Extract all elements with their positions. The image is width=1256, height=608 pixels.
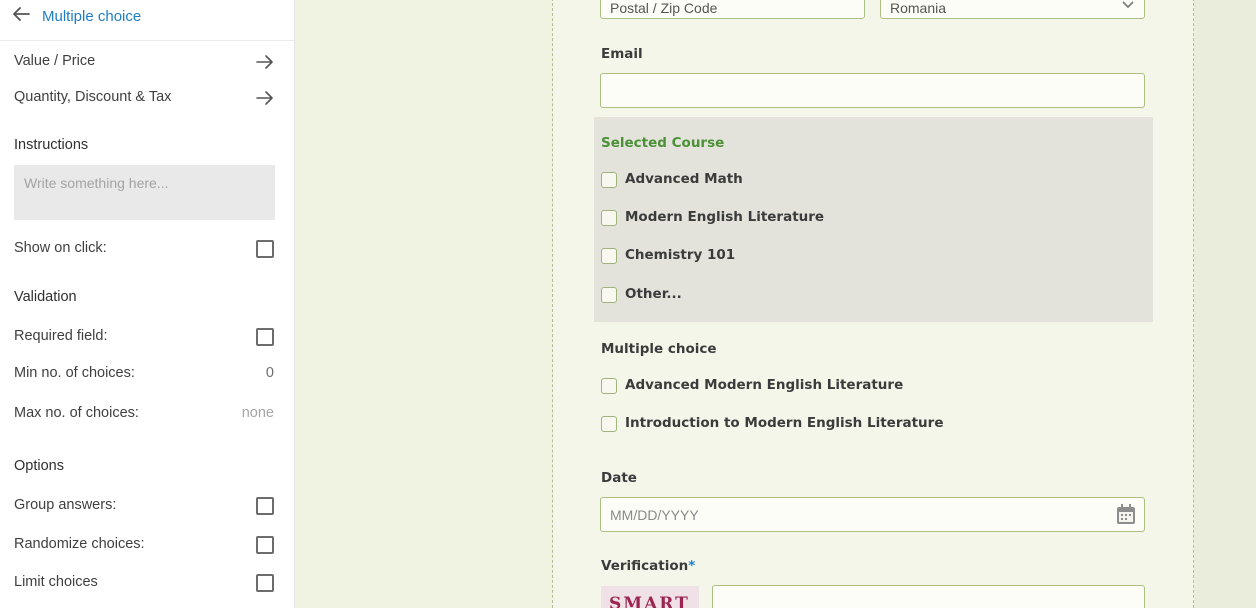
randomize-choices-checkbox[interactable] bbox=[256, 536, 274, 554]
required-field-checkbox[interactable] bbox=[256, 328, 274, 346]
value-price-label: Value / Price bbox=[14, 53, 96, 69]
verification-input[interactable] bbox=[712, 585, 1145, 608]
sidebar-header: Multiple choice bbox=[0, 0, 294, 41]
captcha-image: SMART bbox=[601, 586, 699, 608]
max-choices-value[interactable]: none bbox=[242, 405, 274, 421]
course-option-checkbox[interactable] bbox=[601, 172, 617, 188]
verification-label-text: Verification bbox=[601, 558, 689, 574]
country-select[interactable]: Romania bbox=[880, 0, 1145, 19]
course-option-label: Advanced Math bbox=[625, 171, 743, 187]
country-value: Romania bbox=[890, 0, 947, 16]
calendar-icon[interactable] bbox=[1116, 504, 1136, 525]
course-option-checkbox[interactable] bbox=[601, 287, 617, 303]
multiple-choice-checkbox[interactable] bbox=[601, 378, 617, 394]
captcha-text: SMART bbox=[609, 594, 690, 608]
quantity-discount-tax-label: Quantity, Discount & Tax bbox=[14, 89, 172, 105]
limit-choices-row: Limit choices bbox=[0, 567, 295, 597]
postal-code-input[interactable]: Postal / Zip Code bbox=[600, 0, 865, 19]
options-heading: Options bbox=[14, 458, 64, 474]
min-choices-label: Min no. of choices: bbox=[14, 365, 135, 381]
chevron-down-icon bbox=[1122, 1, 1134, 9]
max-choices-row[interactable]: Max no. of choices: none bbox=[0, 398, 295, 428]
arrow-right-icon bbox=[256, 91, 273, 105]
date-placeholder: MM/DD/YYYY bbox=[610, 507, 699, 523]
course-option-label: Modern English Literature bbox=[625, 209, 825, 225]
multiple-choice-label: Introduction to Modern English Literatur… bbox=[625, 415, 944, 431]
email-input[interactable] bbox=[600, 73, 1145, 108]
validation-heading: Validation bbox=[14, 289, 77, 305]
email-label: Email bbox=[601, 46, 643, 62]
date-label: Date bbox=[601, 470, 637, 486]
limit-choices-checkbox[interactable] bbox=[256, 574, 274, 592]
verification-label: Verification* bbox=[601, 558, 695, 574]
multiple-choice-checkbox[interactable] bbox=[601, 416, 617, 432]
multiple-choice-title: Multiple choice bbox=[601, 341, 717, 357]
course-option-checkbox[interactable] bbox=[601, 210, 617, 226]
selected-course-title: Selected Course bbox=[601, 135, 725, 151]
instructions-heading: Instructions bbox=[14, 137, 89, 153]
settings-sidebar: Multiple choice Value / Price Quantity, … bbox=[0, 0, 295, 608]
group-answers-label: Group answers: bbox=[14, 497, 117, 513]
course-option-label: Chemistry 101 bbox=[625, 247, 736, 263]
show-on-click-label: Show on click: bbox=[14, 240, 107, 256]
randomize-choices-row: Randomize choices: bbox=[0, 529, 295, 559]
group-answers-checkbox[interactable] bbox=[256, 497, 274, 515]
arrow-right-icon bbox=[256, 55, 273, 69]
instructions-textarea[interactable] bbox=[14, 165, 275, 220]
date-input[interactable]: MM/DD/YYYY bbox=[600, 497, 1145, 532]
max-choices-label: Max no. of choices: bbox=[14, 405, 139, 421]
quantity-discount-tax-link[interactable]: Quantity, Discount & Tax bbox=[0, 82, 295, 112]
postal-code-placeholder: Postal / Zip Code bbox=[610, 0, 718, 16]
required-asterisk: * bbox=[688, 558, 696, 574]
required-field-label: Required field: bbox=[14, 328, 108, 344]
value-price-link[interactable]: Value / Price bbox=[0, 46, 295, 76]
limit-choices-label: Limit choices bbox=[14, 574, 98, 590]
back-arrow-icon[interactable] bbox=[11, 5, 31, 23]
required-field-row: Required field: bbox=[0, 321, 295, 351]
show-on-click-row: Show on click: bbox=[0, 233, 295, 263]
min-choices-value[interactable]: 0 bbox=[266, 365, 274, 381]
canvas-margin bbox=[1193, 0, 1256, 608]
sidebar-title: Multiple choice bbox=[42, 8, 142, 25]
show-on-click-checkbox[interactable] bbox=[256, 240, 274, 258]
group-answers-row: Group answers: bbox=[0, 490, 295, 520]
multiple-choice-label: Advanced Modern English Literature bbox=[625, 377, 904, 393]
min-choices-row[interactable]: Min no. of choices: 0 bbox=[0, 358, 295, 388]
course-option-checkbox[interactable] bbox=[601, 248, 617, 264]
randomize-choices-label: Randomize choices: bbox=[14, 536, 145, 552]
course-option-label: Other... bbox=[625, 286, 682, 302]
